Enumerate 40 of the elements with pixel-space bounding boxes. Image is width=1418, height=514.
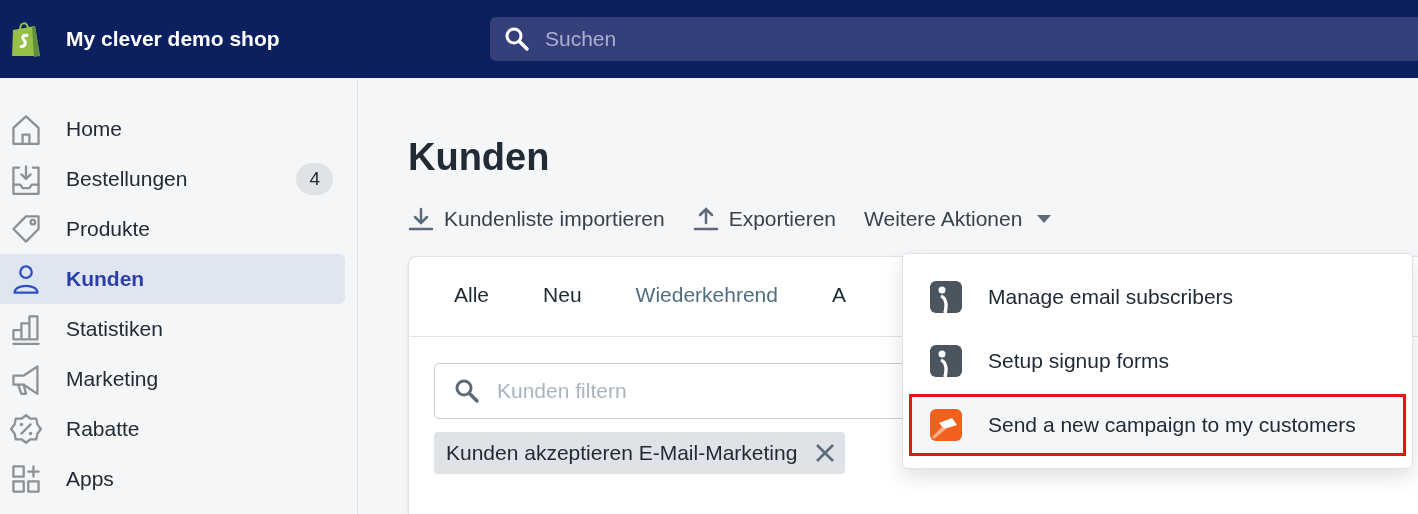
percent-badge-icon (10, 413, 42, 445)
caret-down-icon (1036, 214, 1053, 224)
sidebar-item[interactable]: Marketing (0, 354, 345, 404)
search-icon (454, 378, 480, 404)
search-icon (504, 26, 530, 52)
sidebar-item[interactable]: Statistiken (0, 304, 345, 354)
shopping-bag-logo-icon (10, 20, 42, 58)
more-actions-button[interactable]: Weitere Aktionen (864, 203, 1053, 235)
sidebar-item[interactable]: Kunden (0, 254, 345, 304)
filter-tag-label: Kunden akzeptieren E-Mail-Marketing (446, 440, 798, 467)
page-title: Kunden (408, 135, 551, 180)
upload-icon (692, 206, 719, 232)
megaphone-icon (10, 363, 42, 395)
shop-name: My clever demo shop (66, 26, 281, 53)
app-logo-icon (930, 345, 962, 377)
house-icon (10, 113, 42, 145)
paper-plane-icon (930, 409, 962, 441)
tray-icon (10, 163, 42, 195)
search-field[interactable]: Suchen (490, 17, 1418, 61)
count-badge: 4 (296, 162, 333, 196)
filter-tab[interactable]: A (804, 257, 873, 336)
menu-item[interactable]: Send a new campaign to my customers (909, 394, 1406, 456)
filter-tab[interactable]: Wiederkehrend (608, 257, 805, 336)
apps-grid-icon (10, 463, 42, 495)
action-button[interactable]: Exportieren (692, 203, 836, 235)
menu-item[interactable]: Manage email subscribers (909, 266, 1406, 328)
sidebar-item[interactable]: Apps (0, 454, 345, 504)
action-button[interactable]: Kundenliste importieren (408, 203, 665, 235)
person-icon (10, 263, 42, 295)
sidebar-item[interactable]: Produkte (0, 204, 345, 254)
app-logo-icon (930, 281, 962, 313)
filter-tab[interactable]: Neu (516, 257, 609, 336)
bar-chart-icon (10, 313, 42, 345)
sidebar-item[interactable]: Home (0, 104, 345, 154)
sidebar-item[interactable]: Bestellungen 4 (0, 154, 345, 204)
download-icon (408, 206, 434, 232)
close-icon[interactable] (815, 443, 836, 463)
sidebar-item[interactable]: Rabatte (0, 404, 345, 454)
filter-tab[interactable]: Alle (427, 257, 517, 336)
tag-icon (10, 213, 42, 245)
